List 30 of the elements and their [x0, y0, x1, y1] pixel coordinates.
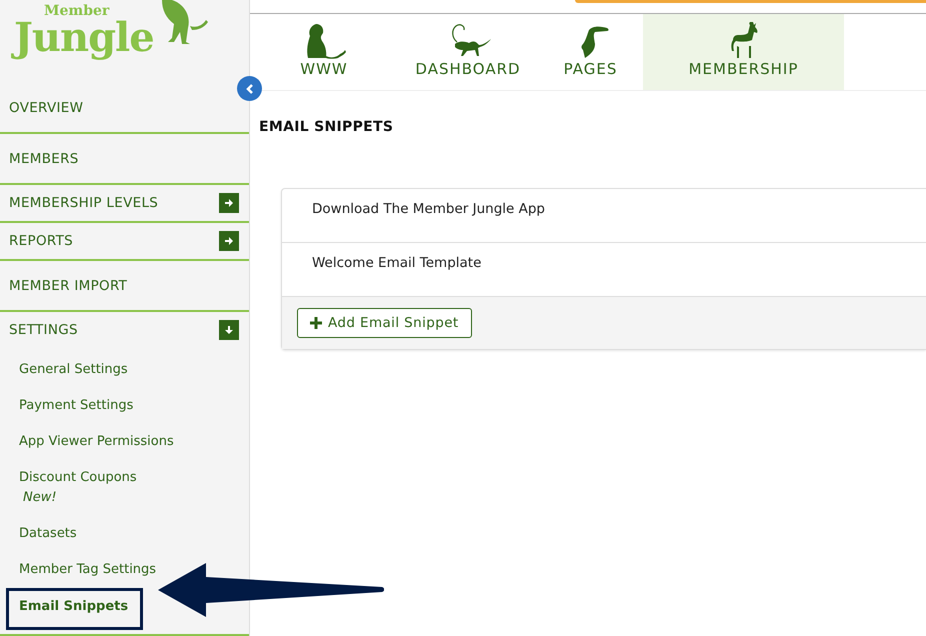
arrow-down-icon — [224, 325, 234, 335]
expand-button[interactable] — [219, 320, 239, 340]
sidebar-item[interactable]: OVERVIEW — [9, 100, 84, 116]
sidebar-item[interactable]: MEMBERSHIP LEVELS — [9, 195, 158, 211]
chevron-left-icon — [244, 84, 254, 94]
sidebar-item[interactable]: REPORTS — [9, 233, 73, 249]
arrow-right-icon — [224, 236, 234, 246]
submenu-item[interactable]: Member Tag Settings — [0, 552, 176, 588]
nav-tab[interactable]: WWW — [250, 14, 398, 90]
sidebar-item[interactable]: MEMBER IMPORT — [9, 278, 128, 294]
arrow-right-icon — [224, 198, 234, 208]
submenu-item[interactable]: App Viewer Permissions — [0, 424, 193, 460]
nav-tab[interactable]: PAGES — [538, 14, 643, 90]
submenu-item[interactable]: Email Snippets — [6, 588, 144, 630]
nav-tab[interactable]: MEMBERSHIP — [643, 14, 844, 90]
expand-button[interactable] — [219, 193, 239, 213]
plus-icon — [310, 317, 322, 329]
submenu-item[interactable]: General Settings — [0, 352, 147, 388]
submenu-item[interactable]: Payment Settings — [0, 388, 152, 424]
collapse-button[interactable] — [237, 76, 262, 101]
page-title: EMAIL SNIPPETS — [259, 119, 394, 135]
logo-text: Member — [43, 4, 110, 18]
sidebar-item[interactable]: SETTINGS — [9, 322, 78, 338]
snippet-row[interactable]: Download The Member Jungle App — [282, 189, 926, 243]
submenu-item[interactable]: Discount Coupons New! — [0, 460, 156, 516]
expand-button[interactable] — [219, 231, 239, 251]
sidebar-item[interactable]: MEMBERS — [9, 150, 79, 166]
add-snippet-button[interactable]: Add Email Snippet — [297, 308, 472, 338]
nav-tab[interactable]: DASHBOARD — [398, 14, 538, 90]
submenu-item[interactable]: Datasets — [0, 516, 96, 552]
